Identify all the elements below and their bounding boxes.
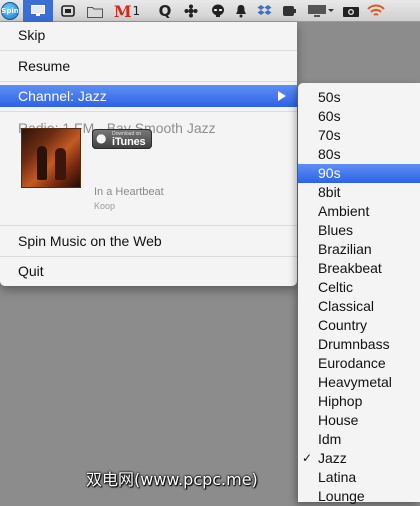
channel-item-70s[interactable]: 70s: [298, 126, 420, 145]
itunes-download-button[interactable]: ● Download on iTunes: [92, 129, 152, 149]
quicksilver-icon[interactable]: Q: [157, 2, 173, 20]
channel-item-90s[interactable]: 90s: [298, 164, 420, 183]
menu-separator: [0, 111, 297, 112]
channel-label: Breakbeat: [318, 260, 382, 276]
channel-label: House: [318, 412, 359, 428]
submenu-arrow-icon: [278, 91, 286, 101]
watermark-text: 双电网(www.pcpc.me): [86, 470, 258, 489]
channel-label: Hiphop: [318, 393, 363, 409]
channel-item-country[interactable]: Country: [298, 316, 420, 335]
menu-separator: [0, 256, 297, 257]
channel-item-ambient[interactable]: Ambient: [298, 202, 420, 221]
menu-separator: [0, 225, 297, 226]
channel-label: Channel: Jazz: [18, 88, 107, 104]
skip-menu-item[interactable]: Skip: [0, 24, 297, 46]
artist-name: Koop: [94, 201, 116, 211]
quit-label: Quit: [18, 263, 44, 279]
camera-icon[interactable]: [341, 2, 361, 20]
channel-item-classical[interactable]: Classical: [298, 297, 420, 316]
channel-item-50s[interactable]: 50s: [298, 88, 420, 107]
skip-label: Skip: [18, 27, 46, 43]
wifi-icon[interactable]: [366, 2, 386, 20]
channel-item-eurodance[interactable]: Eurodance: [298, 354, 420, 373]
channel-item-jazz[interactable]: ✓ Jazz: [298, 449, 420, 468]
channel-item-celtic[interactable]: Celtic: [298, 278, 420, 297]
album-figure: [55, 148, 66, 180]
menu-separator: [0, 81, 297, 82]
channel-submenu: 50s 60s 70s 80s 90s 8bit Ambient Blues B…: [298, 83, 420, 504]
album-figure: [37, 146, 47, 180]
channel-label: 90s: [318, 165, 341, 181]
album-art: [21, 128, 81, 188]
apple-icon: ●: [96, 131, 107, 145]
channel-label: Celtic: [318, 279, 354, 295]
resume-menu-item[interactable]: Resume: [0, 55, 297, 77]
display-icon[interactable]: [306, 2, 336, 20]
channel-label: Eurodance: [318, 355, 386, 371]
channel-label: 80s: [318, 146, 341, 162]
spin-web-label: Spin Music on the Web: [18, 233, 162, 249]
channel-item-house[interactable]: House: [298, 411, 420, 430]
bell-icon[interactable]: [233, 2, 249, 20]
gmail-letter: M: [113, 1, 132, 21]
channel-item-idm[interactable]: Idm: [298, 430, 420, 449]
gmail-unread-count: 1: [132, 4, 141, 18]
channel-label: Heavymetal: [318, 374, 392, 390]
gmail-icon[interactable]: M1: [112, 1, 142, 21]
spin-icon-label: Spin: [1, 7, 19, 15]
channel-label: 60s: [318, 108, 341, 124]
itunes-label: iTunes: [112, 136, 146, 148]
resume-label: Resume: [18, 58, 71, 74]
menu-separator: [0, 50, 297, 51]
channel-item-hiphop[interactable]: Hiphop: [298, 392, 420, 411]
spin-web-menu-item[interactable]: Spin Music on the Web: [0, 230, 297, 252]
monitor-icon[interactable]: [30, 2, 46, 20]
channel-label: Brazilian: [318, 241, 372, 257]
channel-item-60s[interactable]: 60s: [298, 107, 420, 126]
menu-bar: Spin M1 Q: [0, 0, 420, 22]
spin-dropdown-menu: Skip Resume Channel: Jazz Radio: 1.FM - …: [0, 22, 297, 286]
channel-label: Country: [318, 317, 368, 333]
quit-menu-item[interactable]: Quit: [0, 260, 297, 282]
channel-label: Jazz: [318, 450, 347, 466]
channel-label: 8bit: [318, 184, 341, 200]
channel-item-latina[interactable]: Latina: [298, 468, 420, 487]
channel-item-lounge[interactable]: Lounge: [298, 487, 420, 506]
flower-icon[interactable]: [183, 2, 199, 20]
channel-label: 50s: [318, 89, 341, 105]
channel-item-80s[interactable]: 80s: [298, 145, 420, 164]
channel-item-breakbeat[interactable]: Breakbeat: [298, 259, 420, 278]
battery-icon[interactable]: [281, 2, 297, 20]
dropbox-icon[interactable]: [256, 2, 272, 20]
terminal-icon[interactable]: [60, 2, 76, 20]
channel-label: Idm: [318, 431, 342, 447]
channel-item-8bit[interactable]: 8bit: [298, 183, 420, 202]
spin-icon[interactable]: Spin: [1, 2, 19, 20]
channel-item-heavymetal[interactable]: Heavymetal: [298, 373, 420, 392]
channel-label: 70s: [318, 127, 341, 143]
alien-icon[interactable]: [210, 2, 226, 20]
channel-label: Drumnbass: [318, 336, 390, 352]
checkmark-icon: ✓: [302, 451, 313, 465]
channel-item-brazilian[interactable]: Brazilian: [298, 240, 420, 259]
folder-icon[interactable]: [86, 2, 104, 20]
song-title: In a Heartbeat: [94, 186, 164, 198]
channel-item-blues[interactable]: Blues: [298, 221, 420, 240]
channel-label: Blues: [318, 222, 354, 238]
channel-label: Latina: [318, 469, 357, 485]
channel-label: Classical: [318, 298, 375, 314]
channel-item-drumnbass[interactable]: Drumnbass: [298, 335, 420, 354]
channel-label: Ambient: [318, 203, 370, 219]
channel-menu-item[interactable]: Channel: Jazz: [0, 85, 297, 107]
